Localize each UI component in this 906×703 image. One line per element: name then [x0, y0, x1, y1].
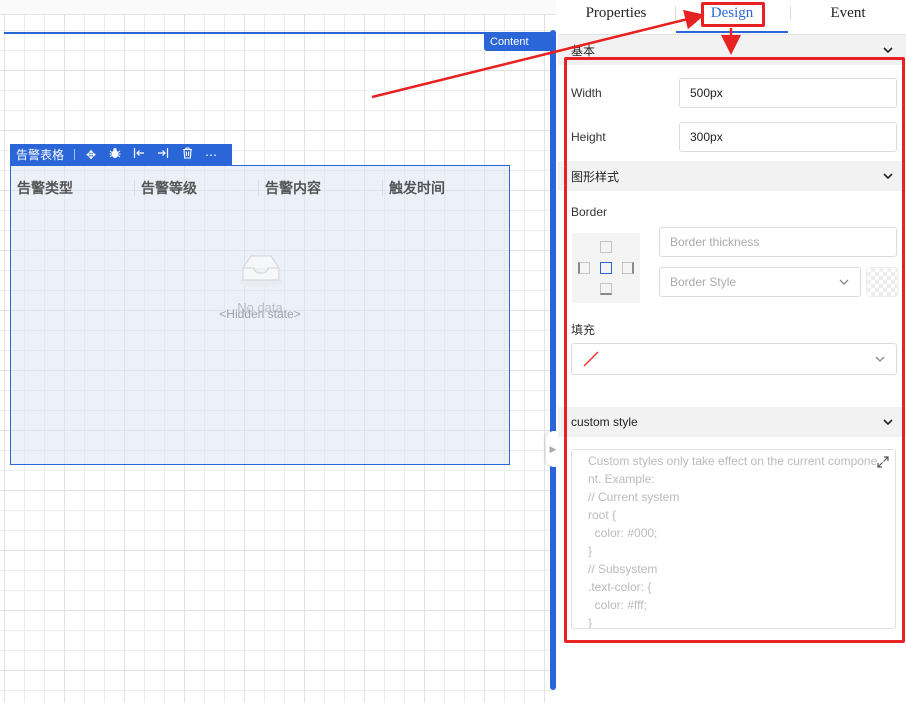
bug-icon[interactable] — [103, 147, 127, 162]
column-header: 告警等级 — [135, 180, 259, 196]
chevron-down-icon — [883, 47, 893, 54]
canvas-ruler — [0, 0, 556, 15]
section-title: 基本 — [571, 43, 596, 58]
align-left-icon[interactable] — [127, 147, 151, 162]
align-right-icon[interactable] — [151, 147, 175, 162]
tab-event[interactable]: Event — [790, 0, 906, 34]
column-header: 告警类型 — [11, 180, 135, 196]
alarm-table-widget[interactable]: 告警类型 告警等级 告警内容 触发时间 No data <Hidden stat… — [10, 165, 510, 465]
active-tab-indicator — [676, 31, 788, 33]
column-header: 触发时间 — [389, 180, 445, 196]
table-header: 告警类型 告警等级 告警内容 触发时间 — [11, 166, 509, 210]
collapse-panel-icon[interactable]: ▶ — [546, 431, 556, 467]
empty-inbox-icon — [239, 255, 283, 287]
widget-toolbar: 告警表格 ✥ ⋯ — [10, 144, 232, 165]
design-canvas[interactable]: Content area ▶ 告警表格 ✥ ⋯ 告警类型 告警等级 告警内容 触… — [0, 0, 556, 703]
move-icon[interactable]: ✥ — [79, 148, 103, 162]
widget-title: 告警表格 — [16, 148, 65, 162]
content-area-tag: Content area — [484, 33, 556, 66]
design-tab-highlight — [701, 2, 765, 27]
more-icon[interactable]: ⋯ — [199, 148, 223, 162]
tab-divider — [790, 6, 791, 20]
column-header: 告警内容 — [259, 180, 383, 196]
tab-divider — [675, 6, 676, 20]
tab-properties[interactable]: Properties — [558, 0, 674, 34]
canvas-scrollbar[interactable] — [550, 30, 556, 690]
hidden-state-label: <Hidden state> — [219, 307, 301, 321]
design-panel-highlight — [564, 57, 905, 643]
content-area-boundary — [4, 32, 556, 34]
trash-icon[interactable] — [175, 147, 199, 162]
toolbar-divider — [74, 149, 76, 160]
